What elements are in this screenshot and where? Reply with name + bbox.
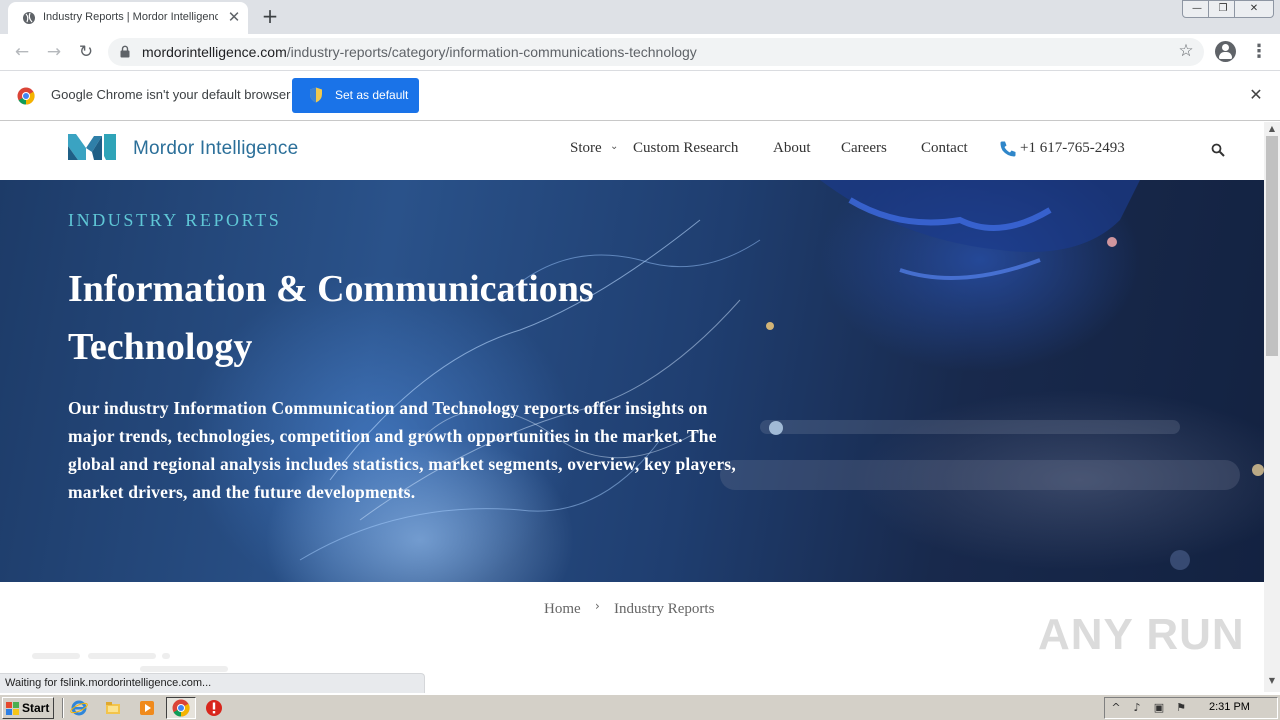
web-page: Mordor Intelligence Store ⌄ Custom Resea… bbox=[0, 122, 1264, 692]
start-button[interactable]: Start bbox=[2, 697, 54, 719]
hero-kicker: INDUSTRY REPORTS bbox=[68, 210, 282, 230]
chrome-icon bbox=[172, 699, 190, 717]
nav-contact[interactable]: Contact bbox=[921, 140, 968, 157]
loading-placeholder bbox=[162, 653, 170, 659]
hero-background-image bbox=[299, 180, 1264, 570]
lock-icon[interactable] bbox=[120, 45, 130, 58]
windows-taskbar: Start ^ ♪ ▣ ⚑ 2:31 PM bbox=[0, 694, 1280, 720]
breadcrumb-home[interactable]: Home bbox=[544, 601, 581, 618]
volume-icon[interactable]: ♪ bbox=[1129, 701, 1145, 717]
loading-placeholder bbox=[32, 653, 80, 659]
set-as-default-button[interactable]: Set as default bbox=[292, 78, 419, 113]
loading-placeholder bbox=[140, 666, 228, 672]
browser-status-text: Waiting for fslink.mordorintelligence.co… bbox=[0, 673, 425, 693]
set-as-default-label: Set as default bbox=[335, 88, 409, 102]
profile-avatar-icon[interactable] bbox=[1215, 41, 1236, 62]
scroll-down-icon[interactable]: ▼ bbox=[1264, 676, 1280, 688]
window-close-button[interactable]: ✕ bbox=[1234, 0, 1274, 18]
nav-custom-research[interactable]: Custom Research bbox=[633, 140, 738, 157]
breadcrumb-current: Industry Reports bbox=[614, 601, 715, 617]
media-player-icon[interactable] bbox=[138, 699, 156, 717]
browser-toolbar: ← → ↻ mordorintelligence.com/industry-re… bbox=[0, 34, 1280, 71]
page-title: Information & Communications Technology bbox=[68, 268, 594, 368]
uac-shield-icon bbox=[310, 87, 322, 103]
search-icon[interactable] bbox=[1211, 143, 1225, 157]
file-explorer-icon[interactable] bbox=[104, 699, 122, 717]
tab-title: Industry Reports | Mordor Intelligence bbox=[43, 11, 218, 23]
nav-about[interactable]: About bbox=[773, 140, 811, 157]
url-path: /industry-reports/category/information-c… bbox=[286, 44, 697, 60]
phone-icon bbox=[1000, 141, 1016, 157]
address-bar[interactable]: mordorintelligence.com/industry-reports/… bbox=[108, 38, 1204, 66]
tray-expand-icon[interactable]: ^ bbox=[1108, 701, 1124, 717]
stop-sign-icon[interactable] bbox=[205, 699, 223, 717]
browser-tab-strip: Industry Reports | Mordor Intelligence ✕… bbox=[0, 0, 1280, 34]
default-browser-infobar: Google Chrome isn't your default browser… bbox=[0, 71, 1280, 121]
internet-explorer-icon[interactable] bbox=[70, 699, 88, 717]
taskbar-chrome-button[interactable] bbox=[166, 697, 196, 719]
browser-tab-active[interactable]: Industry Reports | Mordor Intelligence ✕ bbox=[8, 2, 248, 34]
system-tray: ^ ♪ ▣ ⚑ 2:31 PM bbox=[1104, 697, 1278, 719]
loading-placeholder bbox=[88, 653, 156, 659]
forward-button[interactable]: → bbox=[42, 40, 66, 64]
hero-banner: INDUSTRY REPORTS Information & Communica… bbox=[0, 180, 1264, 582]
scroll-up-icon[interactable]: ▲ bbox=[1264, 124, 1280, 136]
new-tab-button[interactable]: + bbox=[258, 5, 282, 29]
page-scrollbar[interactable]: ▲ ▼ bbox=[1264, 122, 1280, 692]
globe-icon bbox=[23, 12, 35, 24]
infobar-message: Google Chrome isn't your default browser bbox=[51, 87, 291, 102]
mordor-logo-icon[interactable] bbox=[68, 134, 116, 160]
nav-careers[interactable]: Careers bbox=[841, 140, 887, 157]
action-center-flag-icon[interactable]: ⚑ bbox=[1173, 701, 1189, 717]
url-host: mordorintelligence.com bbox=[142, 44, 287, 60]
scrollbar-thumb[interactable] bbox=[1266, 136, 1278, 356]
bookmark-star-icon[interactable]: ☆ bbox=[1176, 41, 1196, 63]
start-label: Start bbox=[22, 701, 50, 715]
anyrun-watermark: ANY RUN bbox=[1038, 610, 1245, 659]
windows-flag-icon bbox=[6, 702, 19, 715]
breadcrumb-separator-icon: › bbox=[595, 599, 600, 613]
url-text[interactable]: mordorintelligence.com/industry-reports/… bbox=[142, 44, 697, 60]
reload-button[interactable]: ↻ bbox=[74, 40, 98, 64]
hero-description: Our industry Information Communication a… bbox=[68, 398, 736, 502]
back-button[interactable]: ← bbox=[10, 40, 34, 64]
site-header: Mordor Intelligence Store ⌄ Custom Resea… bbox=[0, 122, 1264, 180]
infobar-close-icon[interactable]: ✕ bbox=[1247, 85, 1265, 105]
nav-store[interactable]: Store bbox=[570, 140, 602, 157]
taskbar-separator bbox=[62, 698, 64, 718]
taskbar-clock[interactable]: 2:31 PM bbox=[1209, 701, 1250, 713]
network-icon[interactable]: ▣ bbox=[1151, 701, 1167, 717]
logo-text[interactable]: Mordor Intelligence bbox=[133, 138, 298, 160]
tab-close-icon[interactable]: ✕ bbox=[225, 8, 243, 26]
nav-phone-number[interactable]: +1 617-765-2493 bbox=[1020, 140, 1125, 157]
chevron-down-icon[interactable]: ⌄ bbox=[610, 141, 618, 152]
chrome-logo-icon bbox=[17, 87, 35, 105]
chrome-menu-icon[interactable]: ⋮ bbox=[1250, 40, 1268, 64]
